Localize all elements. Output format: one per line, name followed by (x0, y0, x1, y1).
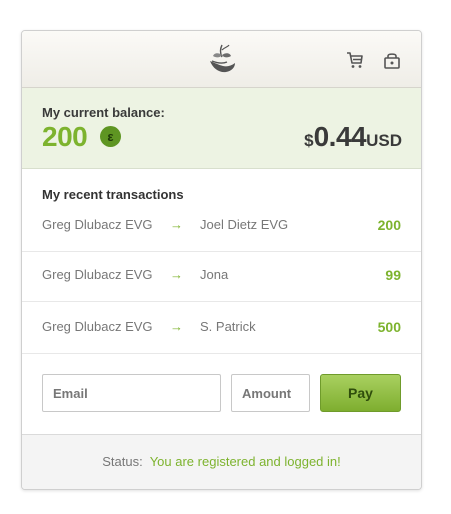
lock-icon[interactable] (383, 51, 401, 69)
pay-button[interactable]: Pay (320, 374, 401, 412)
usd-symbol: $ (304, 131, 314, 150)
plant-in-hand-icon (210, 44, 235, 73)
status-bar: Status: You are registered and logged in… (22, 434, 421, 489)
balance-label: My current balance: (42, 105, 165, 120)
arrow-icon: → (170, 217, 183, 232)
email-field[interactable] (42, 374, 221, 412)
coin-icon: ε (100, 126, 121, 147)
status-label: Status: (102, 454, 143, 469)
wallet-card: My current balance: 200 ε $0.44USD My re… (21, 30, 422, 490)
transaction-row: Greg Dlubacz EVG → Joel Dietz EVG 200 (22, 199, 421, 252)
transaction-to: Jona (200, 267, 229, 282)
transaction-amount: 500 (377, 319, 401, 335)
transaction-to: S. Patrick (200, 319, 256, 334)
top-bar (22, 31, 421, 88)
arrow-icon: → (170, 267, 183, 282)
transaction-from: Greg Dlubacz EVG (42, 319, 153, 334)
balance-amount: 200 (42, 121, 88, 152)
cart-icon[interactable] (346, 51, 364, 69)
usd-unit: USD (366, 131, 402, 150)
transaction-from: Greg Dlubacz EVG (42, 267, 153, 282)
transaction-row: Greg Dlubacz EVG → S. Patrick 500 (22, 301, 421, 354)
usd-balance: $0.44USD (304, 121, 402, 153)
balance-panel: My current balance: 200 ε $0.44USD (22, 88, 421, 169)
amount-field[interactable] (231, 374, 310, 412)
transaction-from: Greg Dlubacz EVG (42, 217, 153, 232)
status-message: You are registered and logged in! (149, 454, 341, 469)
arrow-icon: → (170, 319, 183, 334)
transaction-row: Greg Dlubacz EVG → Jona 99 (22, 249, 421, 302)
transaction-to: Joel Dietz EVG (200, 217, 289, 232)
usd-value: 0.44 (313, 121, 367, 152)
transaction-amount: 99 (385, 267, 401, 283)
transaction-amount: 200 (377, 217, 401, 233)
